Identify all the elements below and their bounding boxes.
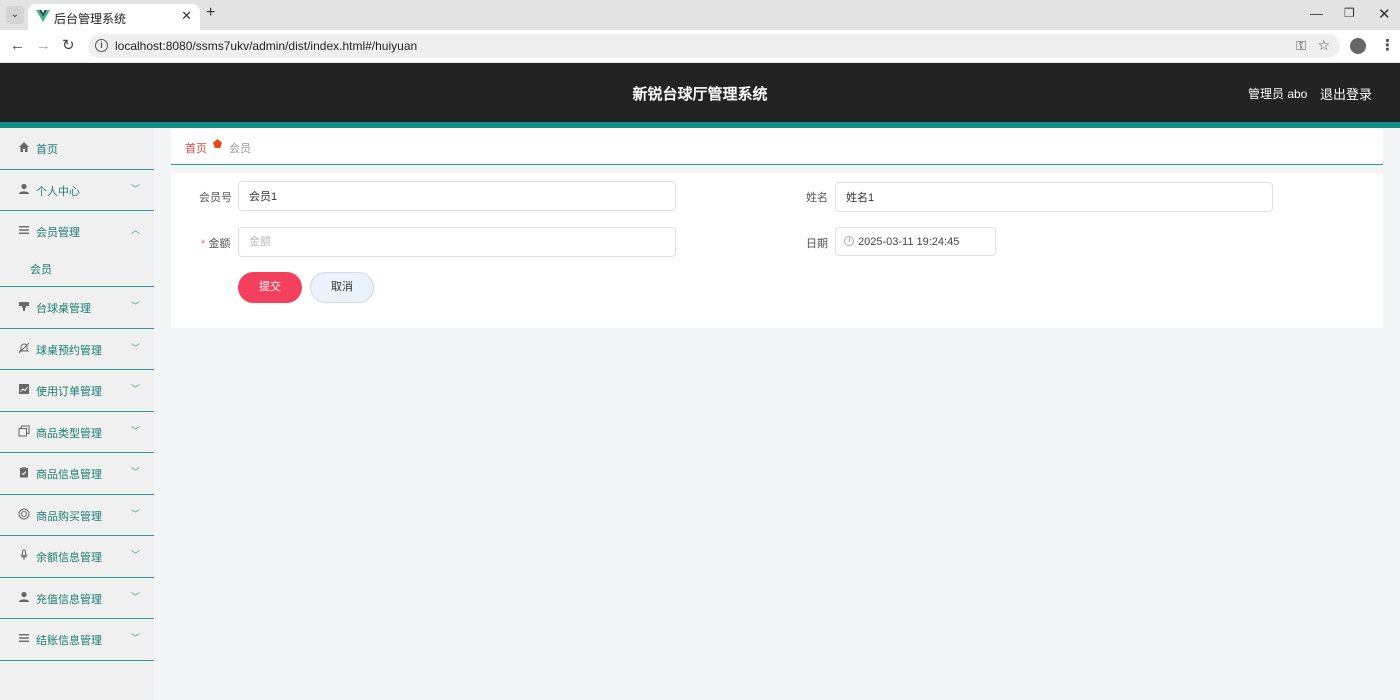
sidebar-item-label: 个人中心 [36,185,80,198]
restore-icon[interactable]: ❐ [1344,6,1355,20]
url-text[interactable]: localhost:8080/ssms7ukv/admin/dist/index… [115,39,417,53]
member-no-label: 会员号 [199,192,232,204]
amount-input[interactable] [238,227,676,257]
chevron-down-icon: ﹀ [131,425,141,436]
app-title: 新锐台球厅管理系统 [632,86,768,103]
back-arrow-icon[interactable]: ← [10,37,25,54]
breadcrumb: 首页 会员 [171,128,1383,165]
sidebar-item-balance-management[interactable]: 余额信息管理 ﹀ [0,536,154,578]
bookmark-star-icon[interactable]: ☆ [1317,37,1330,54]
name-input[interactable] [835,182,1273,212]
logout-link[interactable]: 退出登录 [1320,84,1372,103]
clock-icon [844,236,854,246]
list-icon [17,224,31,238]
address-bar[interactable]: i localhost:8080/ssms7ukv/admin/dist/ind… [88,34,1340,58]
chevron-up-icon: ︿ [131,225,141,235]
sidebar-item-table-management[interactable]: 台球桌管理 ﹀ [0,287,154,329]
site-info-icon[interactable]: i [95,39,108,52]
sidebar-item-member-management[interactable]: 会员管理 ︿ [0,211,154,249]
password-key-icon[interactable]: ⚿ [1296,38,1306,54]
sidebar-item-home[interactable]: 首页 [0,128,154,170]
breadcrumb-current: 会员 [229,143,251,155]
bell-off-icon [17,342,31,356]
tab-title: 后台管理系统 [54,12,127,26]
chevron-down-icon: ﹀ [131,342,141,353]
user-icon [17,183,31,197]
date-picker[interactable]: 2025-03-11 19:24:45 [835,227,996,256]
browser-tab[interactable]: 后台管理系统 ✕ [28,4,200,30]
sidebar-item-label: 结账信息管理 [36,635,102,647]
chart-icon [17,383,31,397]
date-value: 2025-03-11 19:24:45 [858,236,960,248]
sidebar-item-reservation-management[interactable]: 球桌预约管理 ﹀ [0,329,154,370]
table-icon [17,300,31,314]
sidebar-item-label: 商品购买管理 [36,510,102,523]
breadcrumb-separator-icon [213,139,222,151]
chevron-down-icon: ﹀ [131,301,141,311]
sidebar-item-label: 台球桌管理 [36,303,91,315]
reload-icon[interactable]: ↻ [62,36,75,54]
sidebar-item-label: 商品类型管理 [36,427,102,440]
chevron-down-icon: ﹀ [131,550,141,560]
sidebar-item-label: 首页 [36,144,58,156]
chevron-down-icon: ﹀ [131,467,141,477]
sidebar-item-profile[interactable]: 个人中心 ﹀ [0,170,154,211]
name-label: 姓名 [806,192,828,204]
window-close-icon[interactable]: ✕ [1378,5,1391,23]
sidebar-item-recharge-management[interactable]: 充值信息管理 ﹀ [0,578,154,619]
basketball-icon [17,508,31,522]
sidebar-subitem-member[interactable]: 会员 [0,249,154,287]
breadcrumb-home-link[interactable]: 首页 [185,140,207,156]
admin-user-label: 管理员 abo [1248,87,1308,101]
home-icon [17,141,31,155]
browser-menu-icon[interactable]: ⋮ [1380,36,1395,54]
sidebar-item-label: 商品信息管理 [36,469,102,481]
submit-button[interactable]: 提交 [238,272,302,303]
profile-avatar-icon[interactable] [1350,38,1366,54]
chevron-down-icon: ﹀ [131,591,141,602]
copy-icon [17,425,31,439]
user-icon [17,591,31,605]
clipboard-icon [17,466,31,480]
member-form: 会员号 姓名 * 金额 日期 2025-03-11 19:24:45 提交 取消 [171,173,1383,328]
sidebar-item-purchase-management[interactable]: 商品购买管理 ﹀ [0,495,154,536]
sidebar-item-label: 余额信息管理 [36,552,102,564]
sidebar-item-product-type-management[interactable]: 商品类型管理 ﹀ [0,412,154,453]
date-label: 日期 [806,238,828,250]
sidebar-item-label: 使用订单管理 [36,386,102,398]
list-icon [17,632,31,646]
sidebar-subitem-label: 会员 [30,264,52,276]
tab-close-icon[interactable]: ✕ [181,8,192,24]
chevron-down-icon: ﹀ [131,384,141,394]
browser-tab-bar: ⌄ 后台管理系统 ✕ + — ❐ ✕ [0,0,1400,30]
amount-label: * 金额 [201,235,230,251]
chevron-down-icon: ﹀ [131,508,141,519]
sidebar-item-label: 充值信息管理 [36,593,102,606]
browser-toolbar: ← → ↻ i localhost:8080/ssms7ukv/admin/di… [0,30,1400,63]
new-tab-icon[interactable]: + [206,4,215,22]
chevron-down-icon: ﹀ [131,633,141,643]
sidebar-menu: 首页 个人中心 ﹀ 会员管理 ︿ 会员 台球桌管理 ﹀ 球桌预约管理 ﹀ 使用订… [0,128,154,700]
microphone-icon [17,549,31,563]
minimize-icon[interactable]: — [1310,6,1323,21]
chevron-down-icon: ﹀ [131,183,141,194]
vue-logo-icon [36,10,50,22]
cancel-button[interactable]: 取消 [310,272,374,303]
amount-label-text: 金额 [208,238,231,250]
member-no-input[interactable] [238,181,676,211]
forward-arrow-icon[interactable]: → [36,37,51,54]
sidebar-item-product-info-management[interactable]: 商品信息管理 ﹀ [0,453,154,495]
sidebar-item-label: 会员管理 [36,227,80,239]
tab-list-button[interactable]: ⌄ [6,6,24,24]
sidebar-item-order-management[interactable]: 使用订单管理 ﹀ [0,370,154,412]
sidebar-item-checkout-management[interactable]: 结账信息管理 ﹀ [0,619,154,661]
sidebar-item-label: 球桌预约管理 [36,344,102,357]
app-header: 新锐台球厅管理系统 管理员 abo 退出登录 [0,63,1400,122]
